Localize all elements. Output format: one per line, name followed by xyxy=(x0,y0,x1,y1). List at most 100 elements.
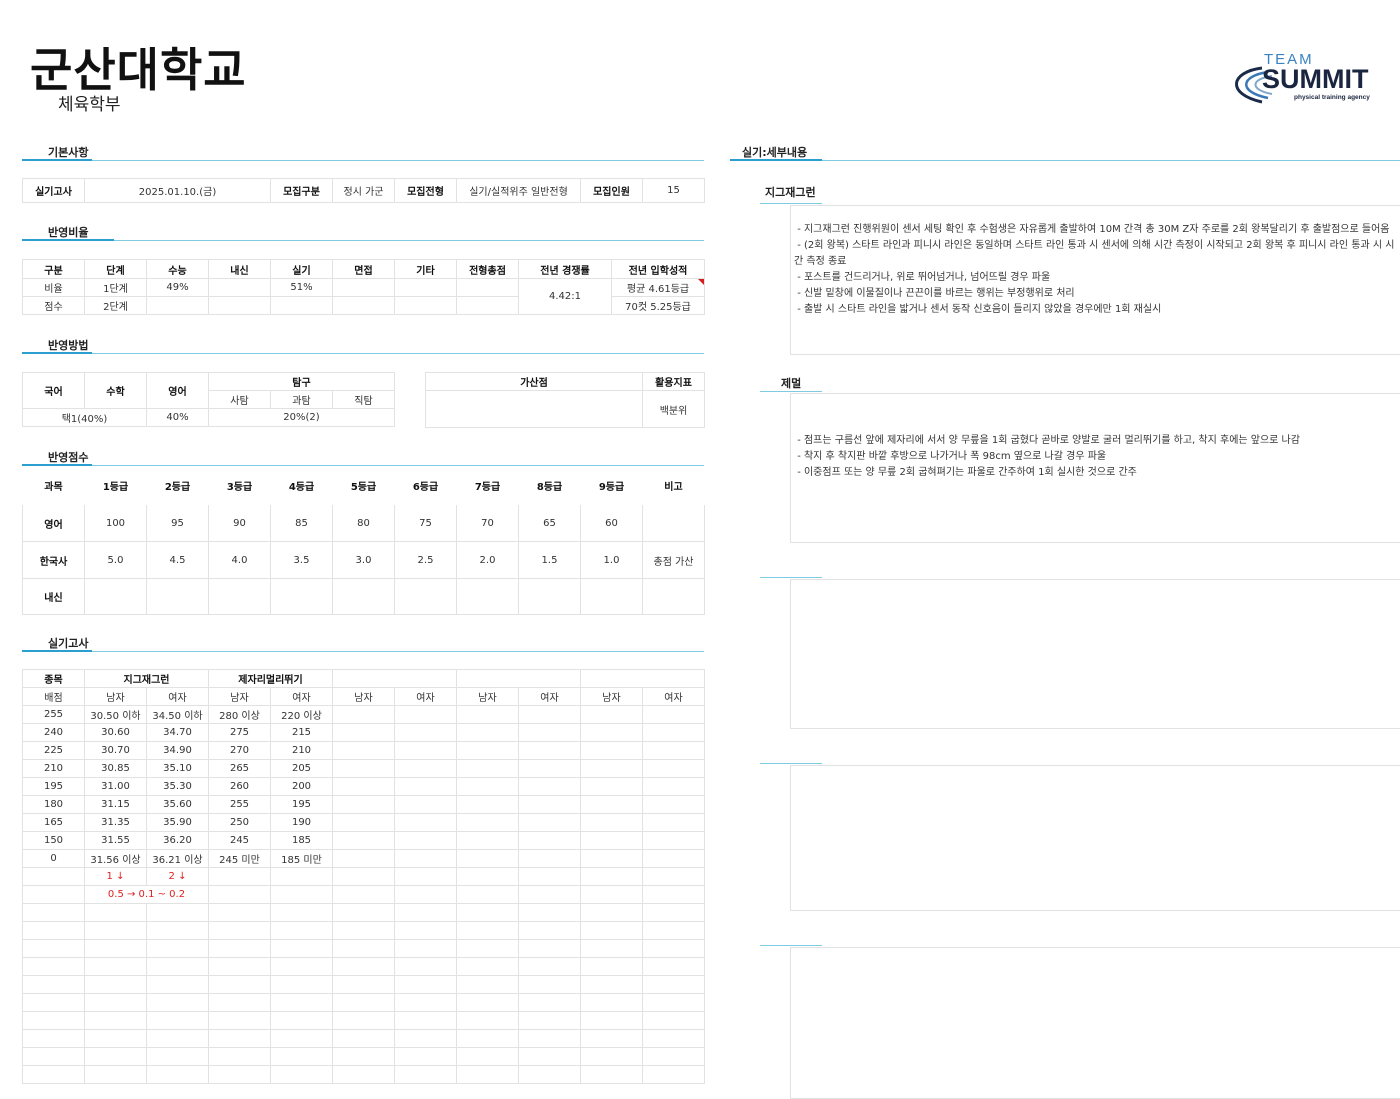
practical-cell xyxy=(394,741,457,760)
note-cell xyxy=(270,885,333,904)
practical-cell xyxy=(580,723,643,742)
comment-marker xyxy=(698,279,704,285)
gender-male: 남자 xyxy=(580,687,643,706)
event-empty xyxy=(332,669,457,688)
practical-cell xyxy=(518,705,581,724)
empty-cell xyxy=(518,1029,581,1048)
empty-cell xyxy=(84,975,147,994)
empty-rules-box xyxy=(790,947,1400,1099)
practical-cell: 185 미만 xyxy=(270,849,333,868)
subsection-divider xyxy=(760,763,822,764)
empty-cell xyxy=(208,957,271,976)
svg-text:SUMMIT: SUMMIT xyxy=(1262,64,1369,94)
practical-cell: 245 xyxy=(208,831,271,850)
score-cell: 4.5 xyxy=(146,541,209,579)
note-cell xyxy=(456,885,519,904)
note-step: 0.5 → 0.1 ~ 0.2 xyxy=(84,885,209,904)
empty-row xyxy=(22,1047,705,1066)
empty-cell xyxy=(456,939,519,958)
empty-cell xyxy=(394,921,457,940)
event-empty xyxy=(456,669,581,688)
zigzag-title: 지그재그런 xyxy=(765,186,816,199)
method-inquiry: 탐구 xyxy=(208,372,395,391)
empty-cell xyxy=(270,993,333,1012)
score-cell xyxy=(146,578,209,615)
quota-label: 모집인원 xyxy=(580,178,643,203)
ratio-header: 전년 입학성적 xyxy=(611,259,705,279)
empty-cell xyxy=(642,975,705,994)
department-subtitle: 체육학부 xyxy=(58,95,121,115)
empty-cell xyxy=(394,939,457,958)
note-cell xyxy=(642,885,705,904)
score-subject: 내신 xyxy=(22,578,85,615)
practical-cell xyxy=(456,849,519,868)
score-cell: 100 xyxy=(84,504,147,542)
empty-cell xyxy=(208,1047,271,1066)
empty-row xyxy=(22,1029,705,1048)
empty-cell xyxy=(642,1029,705,1048)
practical-cell xyxy=(580,705,643,724)
empty-cell xyxy=(22,939,85,958)
practical-score: 210 xyxy=(22,759,85,778)
note-cell xyxy=(394,885,457,904)
empty-cell xyxy=(208,1029,271,1048)
note-cell xyxy=(518,885,581,904)
gender-male: 남자 xyxy=(456,687,519,706)
score-note xyxy=(642,504,705,542)
note-cell xyxy=(332,885,395,904)
gender-male: 남자 xyxy=(208,687,271,706)
empty-cell xyxy=(270,921,333,940)
practical-score: 165 xyxy=(22,813,85,832)
practical-cell: 35.10 xyxy=(146,759,209,778)
note-cell xyxy=(332,867,395,886)
ratio-header: 기타 xyxy=(394,259,457,279)
score-cell xyxy=(580,578,643,615)
method-kormath-value: 택1(40%) xyxy=(22,408,147,427)
type-value: 정시 가군 xyxy=(332,178,395,203)
practical-row: 195 31.00 35.30 260 200 xyxy=(22,777,705,796)
ratio-header: 전형총점 xyxy=(456,259,519,279)
jump-rules: - 점프는 구름선 앞에 제자리에 서서 양 무릎을 1회 굽혔다 곧바로 양발… xyxy=(797,435,1300,478)
practical-cell: 245 미만 xyxy=(208,849,271,868)
empty-row xyxy=(22,975,705,994)
ratio-cell: 1단계 xyxy=(84,278,147,297)
practical-cell xyxy=(580,741,643,760)
index-label: 활용지표 xyxy=(642,372,705,391)
empty-cell xyxy=(208,903,271,922)
method-english: 영어 xyxy=(146,372,209,409)
practical-cell xyxy=(456,831,519,850)
score-header: 4등급 xyxy=(270,466,333,505)
basic-info-table: 실기고사 2025.01.10.(금) 모집구분 정시 가군 모집전형 실기/실… xyxy=(22,178,705,203)
empty-cell xyxy=(332,903,395,922)
practical-cell: 280 이상 xyxy=(208,705,271,724)
gender-female: 여자 xyxy=(270,687,333,706)
empty-rules-box xyxy=(790,579,1400,729)
practical-cell xyxy=(642,813,705,832)
empty-cell xyxy=(518,957,581,976)
empty-cell xyxy=(146,993,209,1012)
method-table: 국어 수학 영어 탐구 사탐 과탐 직탐 택1(40%) 40% 20%(2) xyxy=(22,372,395,427)
section-title-basic: 기본사항 xyxy=(48,146,89,159)
practical-cell: 215 xyxy=(270,723,333,742)
score-cell: 2.0 xyxy=(456,541,519,579)
empty-cell xyxy=(456,957,519,976)
score-subject: 한국사 xyxy=(22,541,85,579)
score-cell: 3.5 xyxy=(270,541,333,579)
event-empty xyxy=(580,669,705,688)
practical-cell xyxy=(394,705,457,724)
subsection-divider xyxy=(760,203,822,204)
score-header: 8등급 xyxy=(518,466,581,505)
bonus-value xyxy=(425,390,643,428)
ratio-header: 구분 xyxy=(22,259,85,279)
empty-row xyxy=(22,903,705,922)
empty-cell xyxy=(642,939,705,958)
note-female: 2 ↓ xyxy=(146,867,209,886)
practical-cell: 255 xyxy=(208,795,271,814)
practical-score: 0 xyxy=(22,849,85,868)
score-cell: 75 xyxy=(394,504,457,542)
practical-cell xyxy=(518,813,581,832)
practical-cell: 34.70 xyxy=(146,723,209,742)
ratio-cell xyxy=(394,296,457,315)
empty-cell xyxy=(332,1047,395,1066)
quota-value: 15 xyxy=(642,178,705,203)
